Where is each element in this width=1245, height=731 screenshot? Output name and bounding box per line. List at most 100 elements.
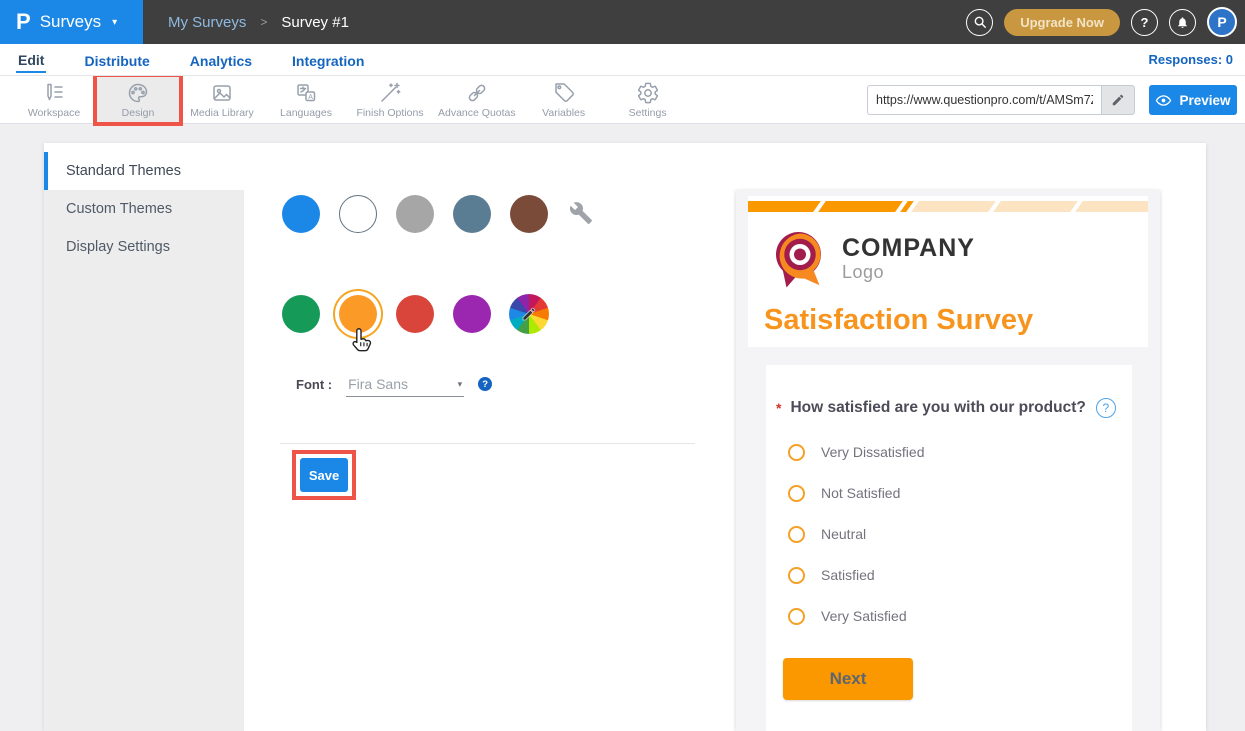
search-button[interactable] xyxy=(966,9,993,36)
font-help-icon[interactable]: ? xyxy=(478,377,492,391)
toolbar-finish-options[interactable]: Finish Options xyxy=(348,76,432,123)
tab-analytics[interactable]: Analytics xyxy=(188,48,254,72)
share-url-input[interactable] xyxy=(867,85,1101,115)
answer-option[interactable]: Not Satisfied xyxy=(788,483,900,503)
share-url-group xyxy=(867,85,1135,115)
survey-progress-bar xyxy=(748,201,1148,212)
chevron-down-icon: ▾ xyxy=(112,17,117,28)
tab-edit[interactable]: Edit xyxy=(16,47,46,73)
translate-icon: A xyxy=(294,81,318,105)
responses-count: Responses: 0 xyxy=(1148,52,1233,67)
pencil-icon xyxy=(1111,93,1125,107)
theme-color-red[interactable] xyxy=(396,295,434,333)
toolbar-label: Variables xyxy=(542,107,585,119)
company-logo-block: COMPANY Logo xyxy=(770,226,975,292)
answer-option[interactable]: Satisfied xyxy=(788,565,875,585)
toolbar-label: Media Library xyxy=(190,107,254,119)
option-label: Very Dissatisfied xyxy=(821,444,924,460)
account-avatar[interactable]: P xyxy=(1207,7,1237,37)
toolbar-media-library[interactable]: Media Library xyxy=(180,76,264,123)
font-value: Fira Sans xyxy=(348,376,408,392)
upgrade-now-button[interactable]: Upgrade Now xyxy=(1004,9,1120,36)
radio-icon[interactable] xyxy=(788,526,805,543)
theme-color-white[interactable] xyxy=(339,195,377,233)
chevron-down-icon: ▾ xyxy=(458,379,463,390)
radio-icon[interactable] xyxy=(788,567,805,584)
design-panel: Standard Themes Custom Themes Display Se… xyxy=(44,143,1206,731)
color-picker-pencil-icon xyxy=(521,306,537,322)
breadcrumb-current-survey: Survey #1 xyxy=(281,14,349,31)
custom-color-picker[interactable] xyxy=(509,294,549,334)
tab-integration[interactable]: Integration xyxy=(290,48,366,72)
notifications-button[interactable] xyxy=(1169,9,1196,36)
radio-icon[interactable] xyxy=(788,444,805,461)
search-icon xyxy=(973,15,987,29)
edit-url-button[interactable] xyxy=(1101,85,1135,115)
wrench-icon xyxy=(569,201,593,225)
font-label: Font : xyxy=(296,374,332,392)
help-button[interactable]: ? xyxy=(1131,9,1158,36)
toolbar-advance-quotas[interactable]: Advance Quotas xyxy=(432,76,522,123)
customize-theme-button[interactable] xyxy=(569,201,593,230)
question-card: * How satisfied are you with our product… xyxy=(766,365,1132,731)
radio-icon[interactable] xyxy=(788,608,805,625)
toolbar-variables[interactable]: Variables xyxy=(522,76,606,123)
progress-segment-empty xyxy=(911,201,996,212)
wand-icon xyxy=(378,81,402,105)
preview-button[interactable]: Preview xyxy=(1149,85,1237,115)
answer-option[interactable]: Neutral xyxy=(788,524,866,544)
toolbar-label: Settings xyxy=(629,107,667,119)
sidebar-item-custom-themes[interactable]: Custom Themes xyxy=(44,190,244,228)
save-highlight-box: Save xyxy=(292,450,356,500)
toolbar-label: Design xyxy=(122,107,155,119)
progress-segment-filled xyxy=(748,201,821,212)
eye-icon xyxy=(1155,92,1172,109)
image-icon xyxy=(210,81,234,105)
questionpro-logo-icon: P xyxy=(16,11,31,33)
toolbar-design[interactable]: Design xyxy=(96,76,180,123)
brand-label: Surveys xyxy=(40,12,101,32)
section-divider xyxy=(280,443,695,444)
edit-toolbar: Workspace Design Media Library A Languag… xyxy=(0,76,1245,124)
top-navbar: P Surveys ▾ My Surveys > Survey #1 Upgra… xyxy=(0,0,1245,44)
bell-icon xyxy=(1176,16,1189,29)
sidebar-item-display-settings[interactable]: Display Settings xyxy=(44,228,244,266)
toolbar-workspace[interactable]: Workspace xyxy=(12,76,96,123)
survey-section-nav: Edit Distribute Analytics Integration Re… xyxy=(0,44,1245,76)
theme-color-slate[interactable] xyxy=(453,195,491,233)
option-label: Not Satisfied xyxy=(821,485,900,501)
theme-color-blue[interactable] xyxy=(282,195,320,233)
progress-segment-empty xyxy=(993,201,1078,212)
company-logo-text: COMPANY xyxy=(842,235,975,261)
workspace-icon xyxy=(42,81,66,105)
theme-color-orange-selected[interactable] xyxy=(339,295,377,333)
survey-title: Satisfaction Survey xyxy=(764,304,1033,337)
next-button[interactable]: Next xyxy=(783,658,913,700)
toolbar-label: Workspace xyxy=(28,107,80,119)
design-sidebar: Standard Themes Custom Themes Display Se… xyxy=(44,143,244,731)
company-logo-subtext: Logo xyxy=(842,262,975,283)
answer-option[interactable]: Very Satisfied xyxy=(788,606,907,626)
tab-distribute[interactable]: Distribute xyxy=(82,48,151,72)
sidebar-item-standard-themes[interactable]: Standard Themes xyxy=(44,152,244,190)
question-help-icon[interactable]: ? xyxy=(1096,398,1116,418)
breadcrumb-my-surveys[interactable]: My Surveys xyxy=(168,14,246,31)
theme-color-purple[interactable] xyxy=(453,295,491,333)
theme-color-gray[interactable] xyxy=(396,195,434,233)
answer-option[interactable]: Very Dissatisfied xyxy=(788,442,924,462)
theme-color-brown[interactable] xyxy=(510,195,548,233)
option-label: Very Satisfied xyxy=(821,608,907,624)
gear-icon xyxy=(636,81,660,105)
radio-icon[interactable] xyxy=(788,485,805,502)
theme-color-green[interactable] xyxy=(282,295,320,333)
topbar-actions: Upgrade Now ? P xyxy=(966,0,1237,44)
progress-segment-empty xyxy=(1075,201,1148,212)
brand-menu[interactable]: P Surveys ▾ xyxy=(0,0,143,44)
option-label: Satisfied xyxy=(821,567,875,583)
save-button[interactable]: Save xyxy=(300,458,348,492)
survey-preview-header: COMPANY Logo Satisfaction Survey xyxy=(748,196,1148,347)
font-dropdown[interactable]: Fira Sans ▾ xyxy=(346,374,464,397)
toolbar-languages[interactable]: A Languages xyxy=(264,76,348,123)
toolbar-settings[interactable]: Settings xyxy=(606,76,690,123)
toolbar-label: Finish Options xyxy=(356,107,423,119)
